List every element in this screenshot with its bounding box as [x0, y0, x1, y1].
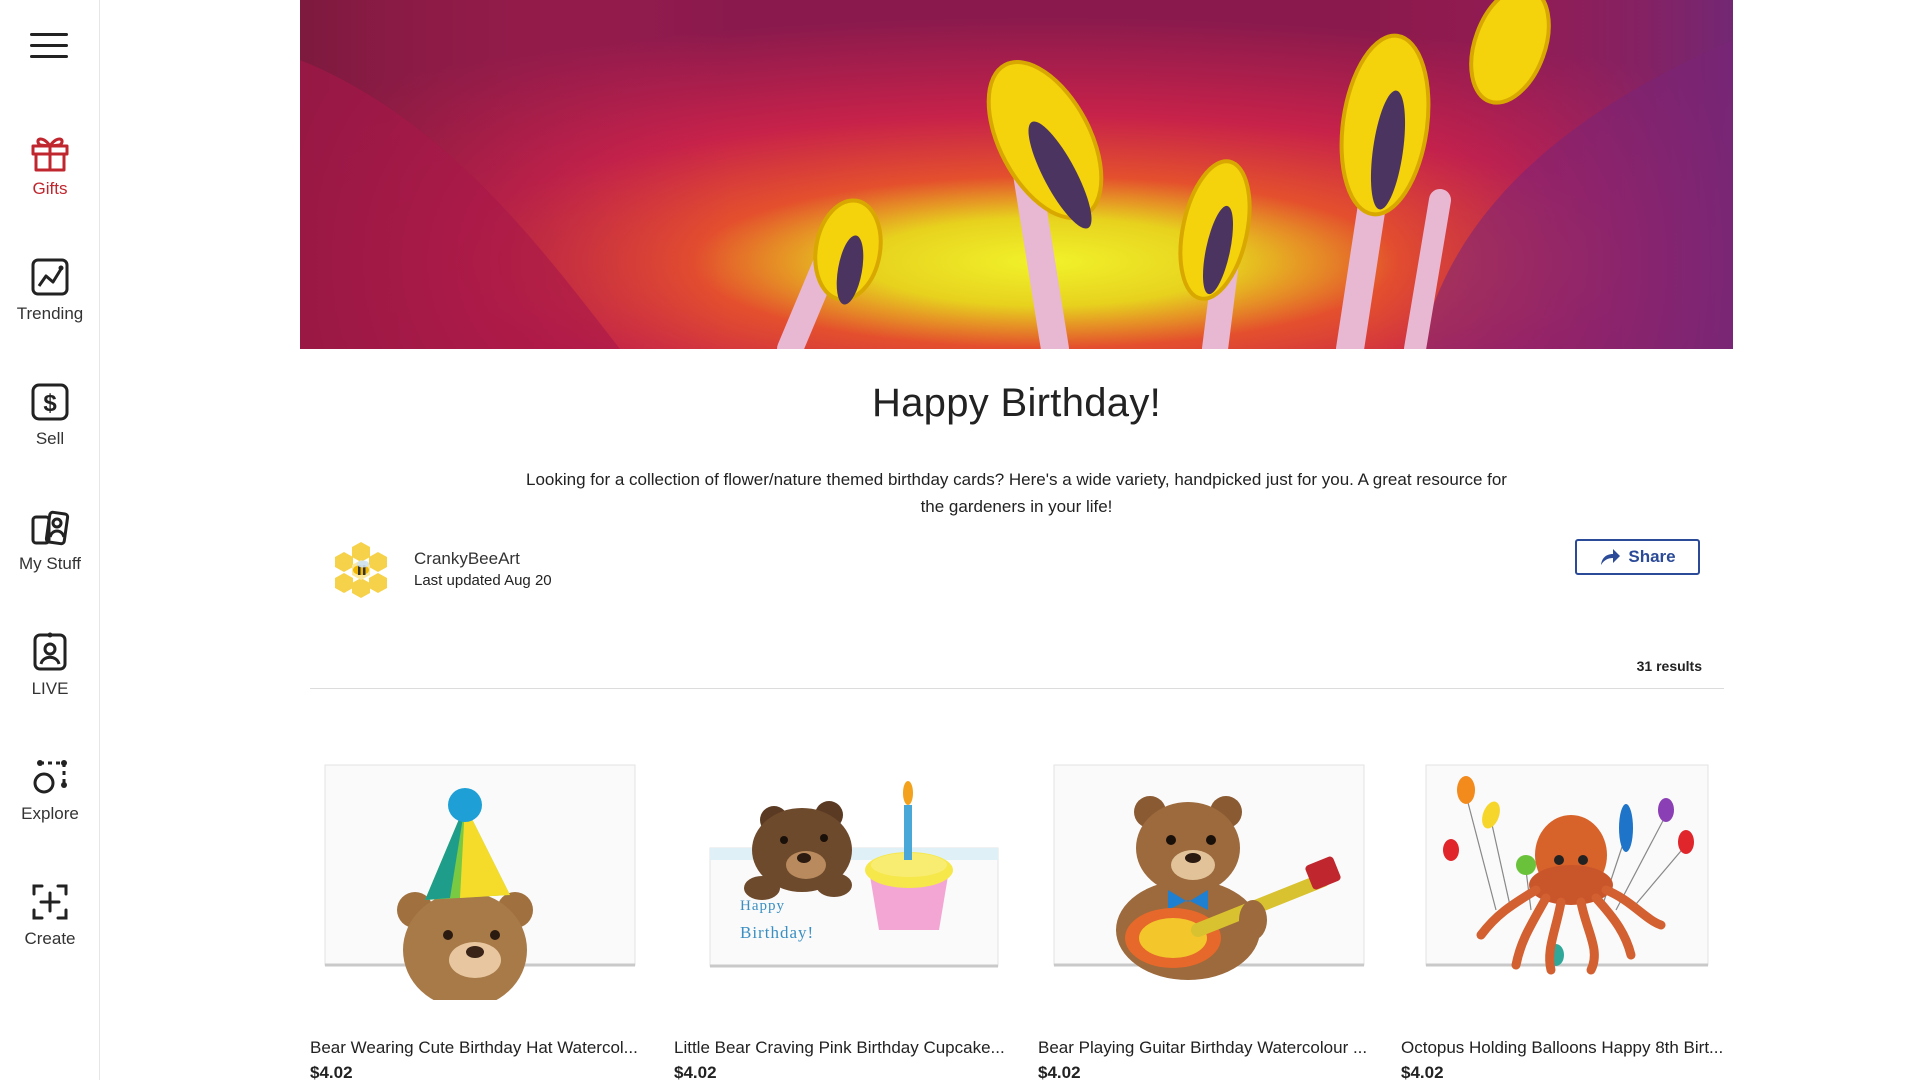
collection-description: Looking for a collection of flower/natur…: [526, 470, 1507, 516]
collection-title: Happy Birthday!: [871, 381, 1162, 425]
hero-banner-image: [300, 0, 1733, 349]
product-name[interactable]: Little Bear Craving Pink Birthday Cupcak…: [674, 1038, 1014, 1058]
gift-icon: [31, 137, 69, 172]
product-card[interactable]: Happy Birthday! Little Bear Craving Pink…: [674, 760, 1014, 1080]
results-count: 31 results: [1636, 658, 1702, 674]
sidebar-item-label: Explore: [21, 804, 79, 823]
product-price: $4.02: [1401, 1063, 1444, 1080]
product-name[interactable]: Bear Wearing Cute Birthday Hat Watercol.…: [310, 1038, 650, 1058]
author-name[interactable]: CrankyBeeArt: [414, 549, 520, 569]
sidebar-item-label: Trending: [16, 304, 84, 323]
divider: [310, 688, 1724, 689]
sidebar-item-label: Create: [24, 929, 76, 948]
product-price: $4.02: [1038, 1063, 1081, 1080]
hamburger-menu-icon[interactable]: [30, 30, 70, 60]
product-name[interactable]: Bear Playing Guitar Birthday Watercolour…: [1038, 1038, 1378, 1058]
product-card[interactable]: Bear Playing Guitar Birthday Watercolour…: [1038, 760, 1378, 1080]
share-button[interactable]: Share: [1575, 539, 1700, 575]
card-text-birthday: Birthday!: [740, 923, 814, 942]
product-card[interactable]: Bear Wearing Cute Birthday Hat Watercol.…: [310, 760, 650, 1080]
product-image: [1038, 760, 1378, 1000]
sidebar-item-explore[interactable]: Explore: [0, 755, 100, 855]
sidebar-item-live[interactable]: LIVE: [0, 630, 100, 730]
bee-logo-avatar: [335, 542, 387, 598]
sidebar-item-my-stuff[interactable]: My Stuff: [0, 505, 100, 605]
last-updated-text: Last updated Aug 20: [414, 572, 552, 589]
create-plus-icon: [32, 884, 68, 920]
sidebar-item-create[interactable]: Create: [0, 880, 100, 980]
sidebar: Gifts Trending $ Sell My Stuff LIVE Expl…: [0, 0, 100, 1080]
dollar-icon: $: [31, 383, 69, 421]
share-button-label: Share: [1628, 547, 1676, 566]
share-arrow-icon: [1601, 549, 1621, 565]
product-price: $4.02: [310, 1063, 353, 1080]
product-name[interactable]: Octopus Holding Balloons Happy 8th Birt.…: [1401, 1038, 1741, 1058]
product-image: [310, 760, 650, 1000]
sidebar-item-gifts[interactable]: Gifts: [0, 130, 100, 230]
sidebar-item-label: Gifts: [32, 179, 68, 198]
product-card[interactable]: Octopus Holding Balloons Happy 8th Birt.…: [1401, 760, 1741, 1080]
live-person-icon: [33, 632, 67, 671]
product-image: Happy Birthday!: [674, 760, 1014, 1000]
product-price: $4.02: [674, 1063, 717, 1080]
sidebar-item-sell[interactable]: $ Sell: [0, 380, 100, 480]
sidebar-item-trending[interactable]: Trending: [0, 255, 100, 355]
explore-icon: [33, 760, 67, 794]
card-text-happy: Happy: [740, 898, 785, 914]
sidebar-item-label: Sell: [35, 429, 65, 448]
sidebar-item-label: LIVE: [31, 679, 69, 698]
my-stuff-icon: [31, 510, 70, 546]
trending-chart-icon: [31, 258, 69, 296]
product-image: [1401, 760, 1741, 1000]
sidebar-item-label: My Stuff: [18, 554, 82, 573]
svg-text:$: $: [43, 390, 57, 417]
